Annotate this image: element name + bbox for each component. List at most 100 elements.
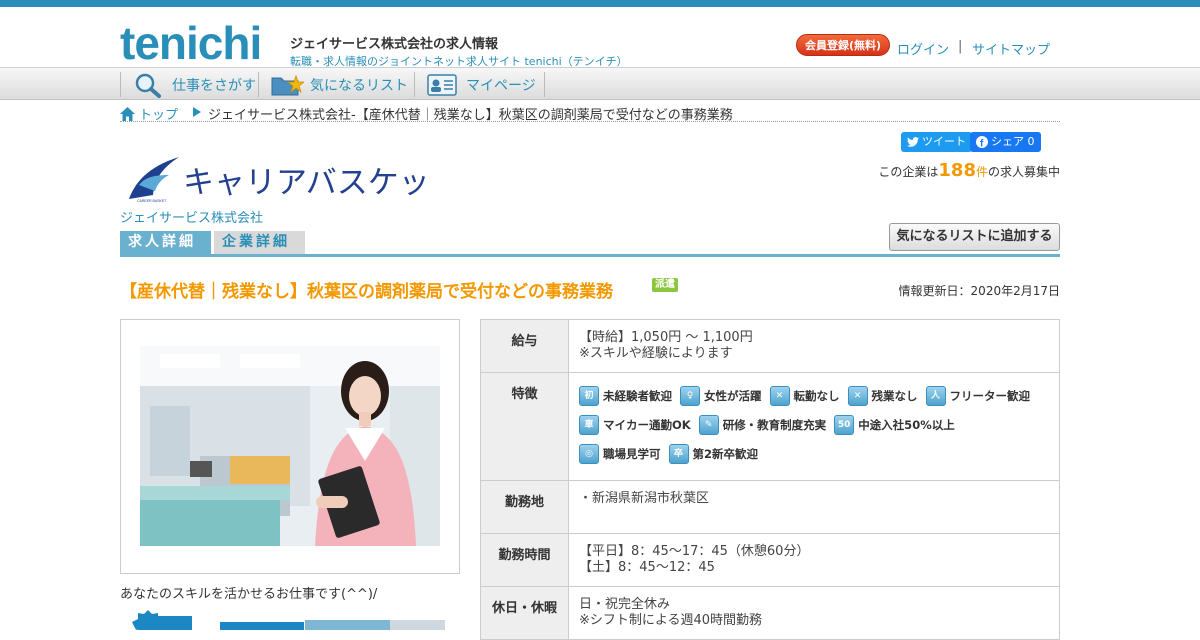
graduate-icon: 卒 (668, 443, 689, 464)
nav-mypage[interactable]: マイページ (426, 68, 536, 101)
nav-divider (120, 72, 121, 97)
feature-item: 卒第2新卒歓迎 (668, 439, 758, 468)
feature-item: ✕ 残業なし (847, 381, 918, 410)
time-label: 勤務時間 (480, 533, 569, 587)
header-separator: | (958, 39, 963, 54)
count-prefix: この企業は (878, 165, 939, 179)
salary-value: 【時給】1,050円 ～ 1,100円 ※スキルや経験によります (568, 319, 1060, 373)
feature-item: ◎ 職場見学可 (579, 439, 661, 468)
feature-item: 人フリーター歓迎 (925, 381, 1031, 410)
id-card-icon (427, 73, 457, 96)
brand-small-text: CAREER BASKET (137, 199, 167, 203)
feature-item: 50 中途入社50%以上 (834, 410, 955, 439)
tweet-label: ツイート (922, 135, 966, 148)
visit-icon: ◎ (579, 443, 599, 464)
tenichi-logo[interactable]: tenichi (120, 15, 285, 65)
add-to-list-button[interactable]: 気になるリストに追加する (889, 223, 1060, 251)
main-nav: 仕事をさがす 気になるリスト マイページ (0, 67, 1200, 100)
home-icon (120, 106, 135, 121)
features-label: 特徴 (480, 372, 569, 481)
folder-star-icon (271, 74, 304, 95)
breadcrumb-current: ジェイサービス株式会社-【産休代替｜残業なし】秋葉区の調剤薬局で受付などの事務業… (208, 108, 733, 123)
job-photo (140, 346, 440, 546)
time-weekday: 【平日】8：45～17：45（休憩60分） (579, 544, 810, 559)
time-saturday: 【土】8：45～12：45 (579, 560, 715, 575)
feature-item: ✎ 研修・教育制度充実 (698, 410, 827, 439)
top-accent-bar (0, 0, 1200, 7)
nav-label: 気になるリスト (310, 77, 408, 94)
beginner-icon: 初 (579, 385, 599, 406)
job-title: 【産休代替｜残業なし】秋葉区の調剤薬局で受付などの事務業務 (120, 282, 613, 302)
holiday-label: 休日・休暇 (480, 586, 569, 640)
bottom-decoration (132, 610, 445, 630)
updated-date: 情報更新日：2020年2月17日 (898, 284, 1060, 298)
feature-label: 研修・教育制度充実 (722, 417, 827, 432)
company-name[interactable]: ジェイサービス株式会社 (120, 207, 263, 226)
tweet-button[interactable]: ツイート (901, 132, 972, 152)
feature-label: 中途入社50%以上 (858, 417, 955, 432)
nav-divider (258, 72, 259, 97)
table-row: 特徴 初未経験者歓迎 ♀ 女性が活躍 ✕ 転勤なし ✕ 残業なし 人フリーター歓迎 車… (480, 372, 1060, 481)
salary-line: 【時給】1,050円 ～ 1,100円 (579, 330, 753, 345)
count-suffix: の求人募集中 (987, 165, 1060, 179)
feature-label: マイカー通勤OK (603, 417, 691, 432)
breadcrumb-arrow-icon (193, 107, 201, 117)
feature-label: 転勤なし (793, 388, 840, 403)
job-photo-frame (120, 319, 460, 574)
logo-text: tenichi (120, 17, 261, 65)
tab-company-detail[interactable]: 企業詳細 (214, 231, 305, 254)
salary-label: 給与 (480, 319, 569, 373)
facebook-share-button[interactable]: f シェア 0 (970, 132, 1041, 152)
table-row: 休日・休暇 日・祝完全休み ※シフト制による週40時間勤務 (480, 586, 1060, 640)
salary-note: ※スキルや経験によります (579, 346, 733, 361)
breadcrumb: トップ ジェイサービス株式会社-【産休代替｜残業なし】秋葉区の調剤薬局で受付など… (120, 103, 1060, 123)
feature-item: ♀ 女性が活躍 (680, 381, 762, 410)
nav-search-jobs[interactable]: 仕事をさがす (132, 68, 256, 101)
feature-label: フリーター歓迎 (949, 388, 1031, 403)
table-row: 勤務時間 【平日】8：45～17：45（休憩60分） 【土】8：45～12：45 (480, 533, 1060, 587)
nav-favorites[interactable]: 気になるリスト (270, 68, 408, 101)
feature-item: 車マイカー通勤OK (579, 410, 691, 439)
feature-list: 初未経験者歓迎 ♀ 女性が活躍 ✕ 転勤なし ✕ 残業なし 人フリーター歓迎 車マイカ… (579, 381, 1049, 468)
job-count-number[interactable]: 188 (938, 160, 976, 181)
place-value: ・新潟県新潟市秋葉区 (568, 480, 1060, 534)
magnifier-icon (135, 73, 161, 98)
facebook-icon: f (976, 136, 988, 148)
register-button[interactable]: 会員登録(無料) (796, 34, 891, 56)
feature-label: 職場見学可 (603, 446, 661, 461)
site-header: tenichi ジェイサービス株式会社の求人情報 転職・求人情報のジョイントネッ… (0, 7, 1200, 68)
table-row: 勤務地 ・新潟県新潟市秋葉区 (480, 480, 1060, 534)
features-value: 初未経験者歓迎 ♀ 女性が活躍 ✕ 転勤なし ✕ 残業なし 人フリーター歓迎 車マイカ… (568, 372, 1060, 481)
tab-job-detail[interactable]: 求人詳細 (120, 231, 211, 254)
woman-icon: ♀ (680, 385, 700, 406)
holiday-value: 日・祝完全休み ※シフト制による週40時間勤務 (568, 586, 1060, 640)
job-info-table: 給与 【時給】1,050円 ～ 1,100円 ※スキルや経験によります 特徴 初… (480, 319, 1060, 640)
table-row: 給与 【時給】1,050円 ～ 1,100円 ※スキルや経験によります (480, 319, 1060, 373)
login-link[interactable]: ログイン (897, 39, 949, 58)
freeter-icon: 人 (925, 385, 946, 406)
page-heading: ジェイサービス株式会社の求人情報 (290, 37, 499, 52)
no-overtime-icon: ✕ (847, 385, 868, 406)
employment-type-badge: 派遣 (652, 278, 678, 292)
feature-label: 未経験者歓迎 (603, 388, 672, 403)
nav-divider (544, 72, 545, 97)
holiday-note: ※シフト制による週40時間勤務 (579, 613, 763, 628)
nav-divider (414, 72, 415, 97)
training-icon: ✎ (698, 414, 719, 435)
breadcrumb-home-label: トップ (139, 108, 179, 123)
holiday-line: 日・祝完全休み (579, 597, 671, 612)
brand-text: キャリアバスケット (183, 165, 425, 201)
time-value: 【平日】8：45～17：45（休憩60分） 【土】8：45～12：45 (568, 533, 1060, 587)
sitemap-link[interactable]: サイトマップ (972, 39, 1050, 58)
car-icon: 車 (579, 414, 599, 435)
count-unit: 件 (975, 165, 988, 179)
photo-caption: あなたのスキルを活かせるお仕事です(^^)/ (120, 587, 378, 602)
feature-item: ✕ 転勤なし (769, 381, 840, 410)
place-label: 勤務地 (480, 480, 569, 534)
career-basket-logo: CAREER BASKET キャリアバスケット (129, 157, 425, 203)
breadcrumb-home[interactable]: トップ (120, 104, 178, 123)
nav-label: 仕事をさがす (172, 77, 256, 94)
no-transfer-icon: ✕ (769, 385, 790, 406)
feature-label: 残業なし (871, 388, 918, 403)
fifty-percent-icon: 50 (834, 414, 855, 435)
